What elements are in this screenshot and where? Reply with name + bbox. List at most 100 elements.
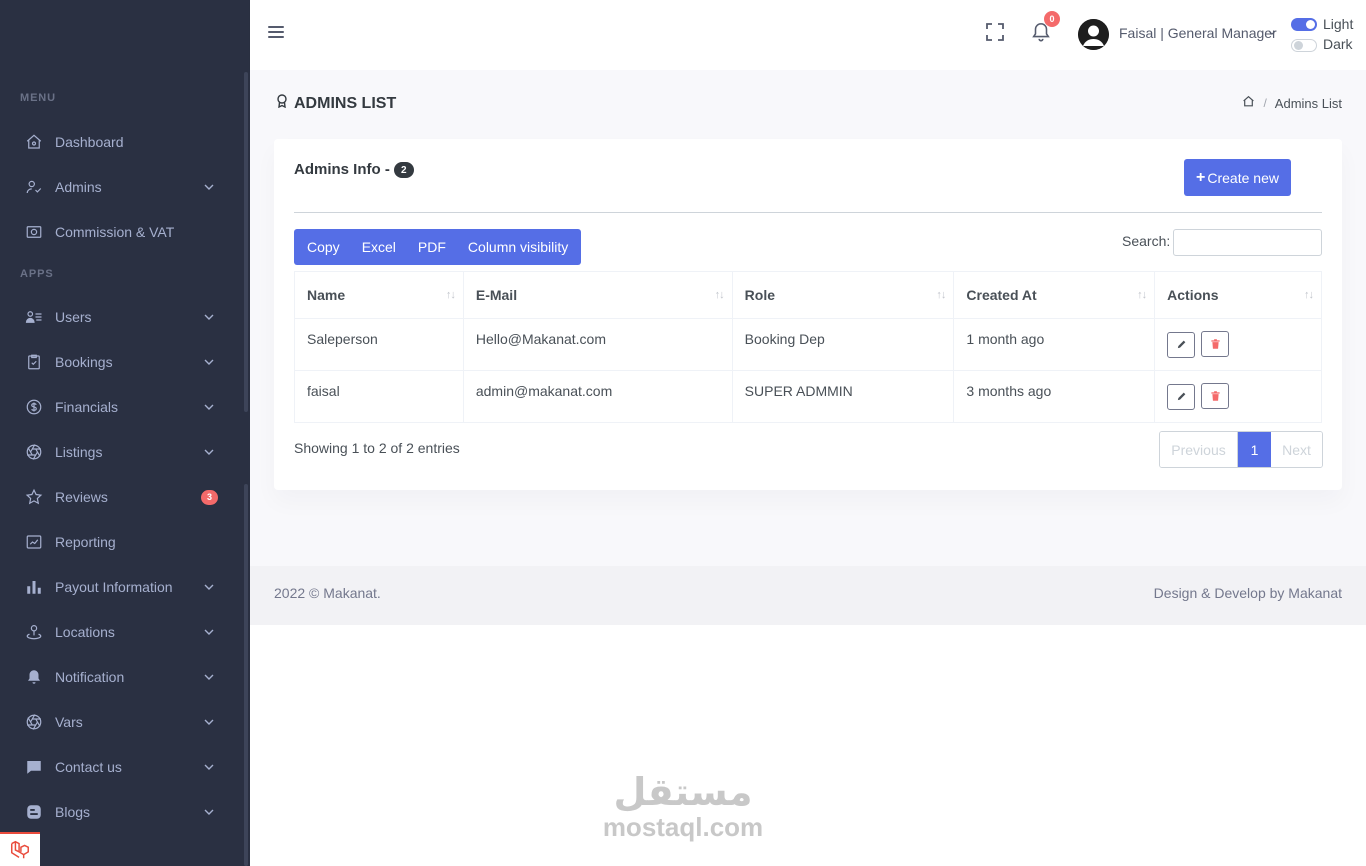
- create-new-label: Create new: [1207, 169, 1279, 186]
- fullscreen-icon[interactable]: [985, 22, 1005, 42]
- sidebar-item-financials[interactable]: Financials: [0, 387, 242, 427]
- page-1-button[interactable]: 1: [1238, 432, 1271, 467]
- sidebar-item-label: Reporting: [55, 534, 116, 550]
- sidebar-item-vars[interactable]: Vars: [0, 702, 242, 742]
- sidebar-item-bookings[interactable]: Bookings: [0, 342, 242, 382]
- sidebar-scrollbar[interactable]: [244, 72, 248, 412]
- export-button-group: Copy Excel PDF Column visibility: [294, 229, 582, 265]
- menu-section-title: MENU: [20, 92, 56, 104]
- cell-name: Saleperson: [294, 318, 464, 371]
- map-pin-icon: [24, 622, 44, 642]
- sort-icon[interactable]: ↑↓: [936, 289, 946, 301]
- sidebar-item-users[interactable]: Users: [0, 297, 242, 337]
- column-header-email[interactable]: E-Mail ↑↓: [462, 271, 733, 319]
- chevron-down-icon: [202, 314, 216, 320]
- sidebar-item-admins[interactable]: Admins: [0, 167, 242, 207]
- sort-icon[interactable]: ↑↓: [715, 289, 725, 301]
- admins-count-badge: 2: [393, 162, 414, 178]
- sidebar-item-reviews[interactable]: Reviews 3: [0, 477, 242, 517]
- aperture-icon: [24, 712, 44, 732]
- users-list-icon: [24, 307, 44, 327]
- chevron-down-icon: [202, 449, 216, 455]
- delete-button[interactable]: [1201, 383, 1230, 409]
- sort-icon[interactable]: ↑↓: [446, 289, 456, 301]
- chat-icon: [24, 757, 44, 777]
- sidebar-item-commission-vat[interactable]: Commission & VAT: [0, 212, 242, 252]
- divider: [294, 212, 1322, 213]
- column-header-role[interactable]: Role ↑↓: [731, 271, 955, 319]
- watermark: مستقل mostaql.com: [598, 770, 768, 840]
- column-header-actions[interactable]: Actions ↑↓: [1154, 271, 1322, 319]
- chevron-down-icon[interactable]: [1268, 27, 1276, 37]
- table-row: faisal admin@makanat.com SUPER ADMMIN 3 …: [294, 370, 1322, 423]
- sidebar-item-label: Notification: [55, 669, 125, 685]
- sidebar-item-label: Listings: [55, 444, 103, 460]
- sidebar-item-label: Reviews: [55, 489, 108, 505]
- cell-role: Booking Dep: [731, 318, 955, 371]
- sidebar-item-locations[interactable]: Locations: [0, 612, 242, 652]
- delete-button[interactable]: [1201, 331, 1230, 357]
- cell-name: faisal: [294, 370, 464, 423]
- sidebar-item-label: Payout Information: [55, 579, 173, 595]
- chevron-down-icon: [202, 184, 216, 190]
- column-header-name[interactable]: Name ↑↓: [294, 271, 464, 319]
- sidebar-item-payout-information[interactable]: Payout Information: [0, 567, 242, 607]
- bar-chart-icon: [24, 577, 44, 597]
- column-header-created-at[interactable]: Created At ↑↓: [953, 271, 1156, 319]
- trash-icon: [1210, 339, 1220, 349]
- sidebar-item-blogs[interactable]: Blogs: [0, 792, 242, 832]
- search-input[interactable]: [1173, 229, 1322, 256]
- sidebar-item-label: Commission & VAT: [55, 224, 175, 240]
- pdf-button[interactable]: PDF: [418, 239, 446, 255]
- plus-icon: +: [1196, 168, 1206, 186]
- sidebar-item-notification[interactable]: Notification: [0, 657, 242, 697]
- edit-button[interactable]: [1167, 331, 1196, 358]
- excel-button[interactable]: Excel: [362, 239, 396, 255]
- column-visibility-button[interactable]: Column visibility: [468, 239, 568, 255]
- home-icon: [24, 132, 44, 152]
- search-label: Search:: [1122, 233, 1171, 249]
- sidebar-item-listings[interactable]: Listings: [0, 432, 242, 472]
- light-mode-label: Light: [1323, 16, 1354, 32]
- chevron-down-icon: [202, 629, 216, 635]
- clipboard-icon: [24, 352, 44, 372]
- cell-role: SUPER ADMMIN: [731, 370, 955, 423]
- home-icon[interactable]: [1242, 95, 1255, 111]
- sidebar-item-reporting[interactable]: Reporting: [0, 522, 242, 562]
- light-mode-toggle[interactable]: [1291, 18, 1317, 31]
- edit-button[interactable]: [1167, 383, 1196, 410]
- aperture-icon: [24, 442, 44, 462]
- page-title: ADMINS LIST: [276, 94, 396, 113]
- sort-icon[interactable]: ↑↓: [1304, 289, 1314, 301]
- sidebar-item-dashboard[interactable]: Dashboard: [0, 122, 242, 162]
- pencil-icon: [1177, 340, 1186, 349]
- sort-icon[interactable]: ↑↓: [1137, 289, 1147, 301]
- previous-page-button[interactable]: Previous: [1160, 432, 1238, 467]
- create-new-button[interactable]: + Create new: [1184, 159, 1291, 196]
- laravel-logo-icon[interactable]: [0, 832, 40, 866]
- sidebar-item-label: Admins: [55, 179, 102, 195]
- dark-mode-label: Dark: [1323, 36, 1353, 52]
- apps-section-title: APPS: [20, 268, 54, 280]
- user-check-icon: [24, 177, 44, 197]
- dollar-icon: [24, 397, 44, 417]
- sidebar-item-contact-us[interactable]: Contact us: [0, 747, 242, 787]
- sidebar-item-label: Financials: [55, 399, 119, 415]
- sidebar-scrollbar-lower[interactable]: [244, 484, 248, 866]
- copy-button[interactable]: Copy: [307, 239, 340, 255]
- pencil-icon: [1177, 392, 1186, 401]
- footer: 2022 © Makanat. Design & Develop by Maka…: [250, 566, 1366, 625]
- dark-mode-toggle[interactable]: [1291, 39, 1317, 52]
- table-header-row: Name ↑↓ E-Mail ↑↓ Role ↑↓ Created At ↑↓ Acti…: [294, 271, 1322, 319]
- sidebar-item-label: Vars: [55, 714, 83, 730]
- chevron-down-icon: [202, 809, 216, 815]
- page-title-text: ADMINS LIST: [294, 94, 397, 112]
- cell-actions: [1154, 370, 1322, 423]
- sidebar: MENU Dashboard Admins Commission & VAT A…: [0, 0, 250, 866]
- sidebar-item-label: Locations: [55, 624, 115, 640]
- user-name[interactable]: Faisal | General Manager: [1119, 25, 1277, 41]
- sidebar-item-label: Blogs: [55, 804, 91, 820]
- avatar[interactable]: [1078, 19, 1109, 50]
- menu-toggle-icon[interactable]: [268, 24, 284, 40]
- next-page-button[interactable]: Next: [1271, 432, 1322, 467]
